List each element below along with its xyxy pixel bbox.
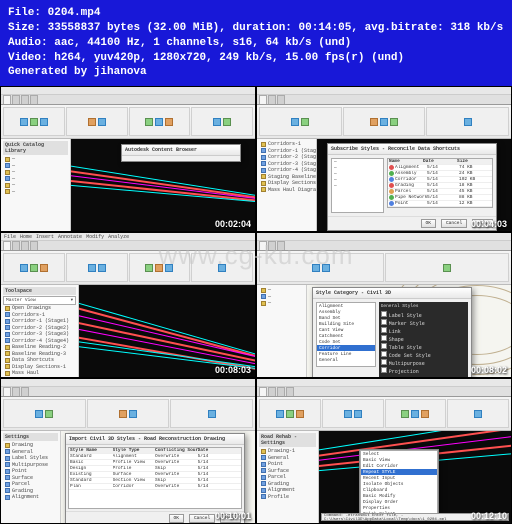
tab[interactable] — [12, 95, 20, 104]
checkbox[interactable] — [381, 319, 387, 325]
menubar — [257, 87, 511, 95]
dialog-title: Style Category - Civil 3D — [313, 288, 471, 299]
content-browser-dialog: Autodesk Content Browser — [121, 144, 241, 162]
settings-panel: Settings Drawing General Label Styles Mu… — [1, 431, 61, 524]
tool-icon[interactable] — [98, 118, 106, 126]
tool-icon[interactable] — [20, 118, 28, 126]
tab[interactable] — [3, 95, 11, 104]
tool-icon[interactable] — [155, 118, 163, 126]
file-list[interactable]: NameDateSize Alignment5/1474 KB Assembly… — [387, 158, 493, 208]
timestamp: 00:12:10 — [471, 511, 507, 521]
context-menu-items: Select Basic View Edit Corridor Repeat S… — [360, 450, 438, 518]
tool-icon[interactable] — [223, 118, 231, 126]
media-info-header: File: 0204.mp4 Size: 33558837 bytes (32.… — [0, 0, 512, 86]
tree-item[interactable]: — — [3, 189, 68, 196]
thumbnail-5: Settings Drawing General Label Styles Mu… — [0, 378, 256, 524]
ribbon — [1, 397, 255, 431]
view-dropdown[interactable]: Master View — [3, 296, 76, 305]
ribbon — [257, 251, 511, 285]
thumbnail-grid: Quick Catalog Library — — — — — — Autode… — [0, 86, 512, 524]
toolspace-panel: Toolspace Master View Open Drawings Corr… — [1, 285, 79, 378]
thumbnail-2: Corridors-1 Corridor-1 (Stage1) Corridor… — [256, 86, 512, 232]
thumbnail-1: Quick Catalog Library — — — — — — Autode… — [0, 86, 256, 232]
panel-header: Quick Catalog Library — [3, 141, 68, 155]
ok-button[interactable]: OK — [169, 514, 184, 523]
timestamp: 00:08:03 — [215, 365, 251, 375]
tool-icon[interactable] — [30, 118, 38, 126]
timestamp: 00:04:03 — [471, 219, 507, 229]
model-viewport[interactable]: Select Basic View Edit Corridor Repeat S… — [319, 431, 511, 524]
toolspace-panel: Quick Catalog Library — — — — — — — [1, 139, 71, 232]
tab[interactable] — [21, 95, 29, 104]
tool-icon[interactable] — [165, 118, 173, 126]
file-browser-dialog: Subscribe Styles - Reconcile Data Shortc… — [327, 143, 497, 231]
dialog-title: Import Civil 3D Styles - Road Reconstruc… — [66, 434, 244, 445]
ribbon-tabs — [1, 95, 255, 105]
menubar: FileHomeInsertAnnotateModifyAnalyze — [1, 233, 255, 241]
toolspace-panel: — — — — [257, 285, 307, 378]
ribbon — [257, 105, 511, 139]
dialog-title: Autodesk Content Browser — [122, 145, 240, 156]
ribbon — [257, 397, 511, 431]
thumbnail-4: — — — Style Category - Civil 3D Alignmen… — [256, 232, 512, 378]
timestamp: 00:02:04 — [215, 219, 251, 229]
dialog-title: Subscribe Styles - Reconcile Data Shortc… — [328, 144, 496, 155]
ribbon-tabs — [257, 95, 511, 105]
model-viewport[interactable]: Import Civil 3D Styles - Road Reconstruc… — [61, 431, 255, 524]
cancel-button[interactable]: Cancel — [189, 514, 215, 523]
context-menu: Select Basic View Edit Corridor Repeat S… — [359, 449, 439, 519]
tree-item[interactable]: Mass Haul Diagram — [259, 187, 314, 194]
checkbox[interactable] — [381, 351, 387, 357]
tab[interactable] — [30, 95, 38, 104]
style-category-dialog: Style Category - Civil 3D Alignment Asse… — [312, 287, 472, 378]
checkbox[interactable] — [381, 335, 387, 341]
timestamp: 00:10:01 — [215, 511, 251, 521]
styles-grid[interactable]: Style NameStyle TypeConflicting SourceDa… — [68, 447, 242, 509]
tool-icon[interactable] — [145, 118, 153, 126]
ok-button[interactable]: OK — [421, 219, 436, 228]
timestamp: 00:08:02 — [471, 365, 507, 375]
tool-icon[interactable] — [88, 118, 96, 126]
ribbon — [1, 105, 255, 139]
tool-icon[interactable] — [40, 118, 48, 126]
checkbox[interactable] — [381, 311, 387, 317]
checkbox[interactable] — [381, 327, 387, 333]
checkbox[interactable] — [381, 343, 387, 349]
tool-icon[interactable] — [213, 118, 221, 126]
toolspace-panel: Corridors-1 Corridor-1 (Stage1) Corridor… — [257, 139, 317, 232]
menubar — [1, 87, 255, 95]
thumbnail-6: Road Rehab - Settings Drawing-1 General … — [256, 378, 512, 524]
settings-panel: Road Rehab - Settings Drawing-1 General … — [257, 431, 319, 524]
ribbon — [1, 251, 255, 285]
folder-tree[interactable]: ————— — [331, 158, 384, 213]
checkbox[interactable] — [381, 359, 387, 365]
thumbnail-3: FileHomeInsertAnnotateModifyAnalyze Tool… — [0, 232, 256, 378]
category-list[interactable]: Alignment Assembly Band Set Building Sit… — [316, 302, 376, 367]
checkbox[interactable] — [381, 367, 387, 373]
cancel-button[interactable]: Cancel — [441, 219, 467, 228]
